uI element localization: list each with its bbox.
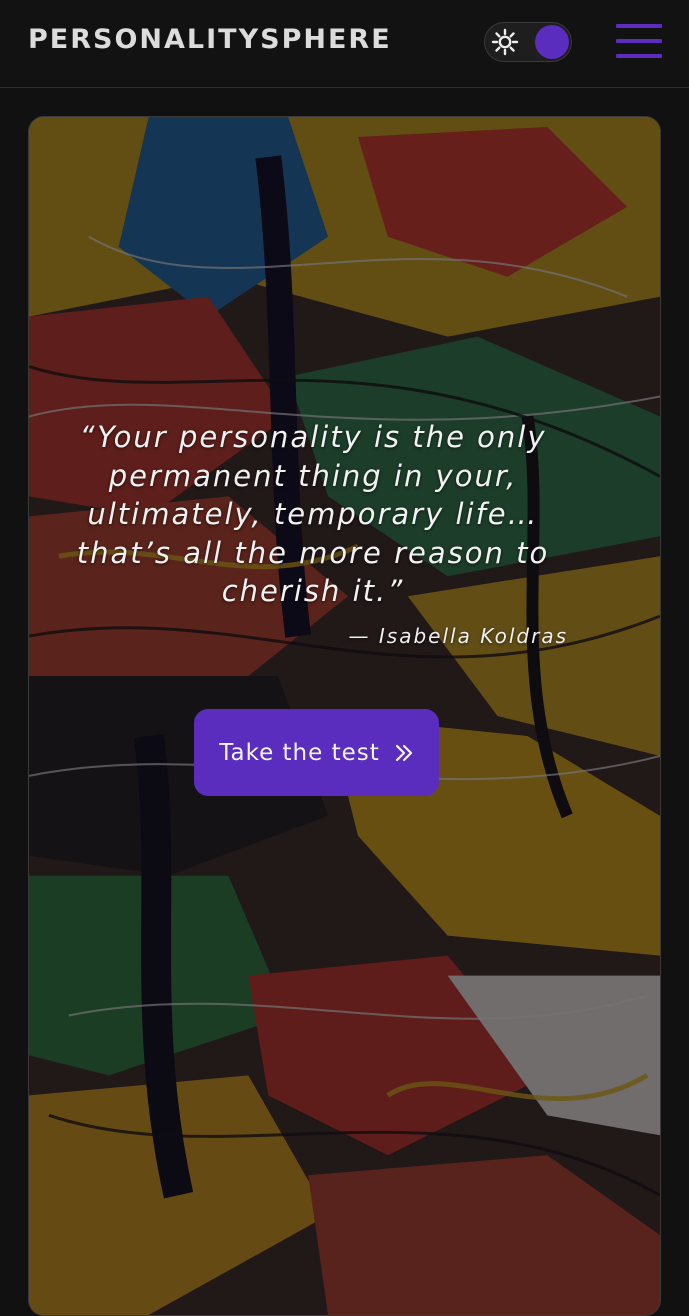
quote-author: — Isabella Koldras xyxy=(348,624,568,648)
take-the-test-button[interactable]: Take the test xyxy=(194,709,439,796)
site-header: PERSONALITYSPHERE xyxy=(0,0,689,88)
hero-quote: “Your personality is the only permanent … xyxy=(48,418,578,611)
theme-toggle[interactable] xyxy=(484,22,572,62)
sun-icon xyxy=(491,28,519,56)
double-chevron-right-icon xyxy=(395,744,412,761)
site-logo[interactable]: PERSONALITYSPHERE xyxy=(28,22,392,58)
toggle-knob[interactable] xyxy=(535,25,569,59)
hamburger-menu-icon[interactable] xyxy=(616,24,662,60)
quote-text: “Your personality is the only permanent … xyxy=(76,420,550,608)
cta-label: Take the test xyxy=(219,739,380,766)
